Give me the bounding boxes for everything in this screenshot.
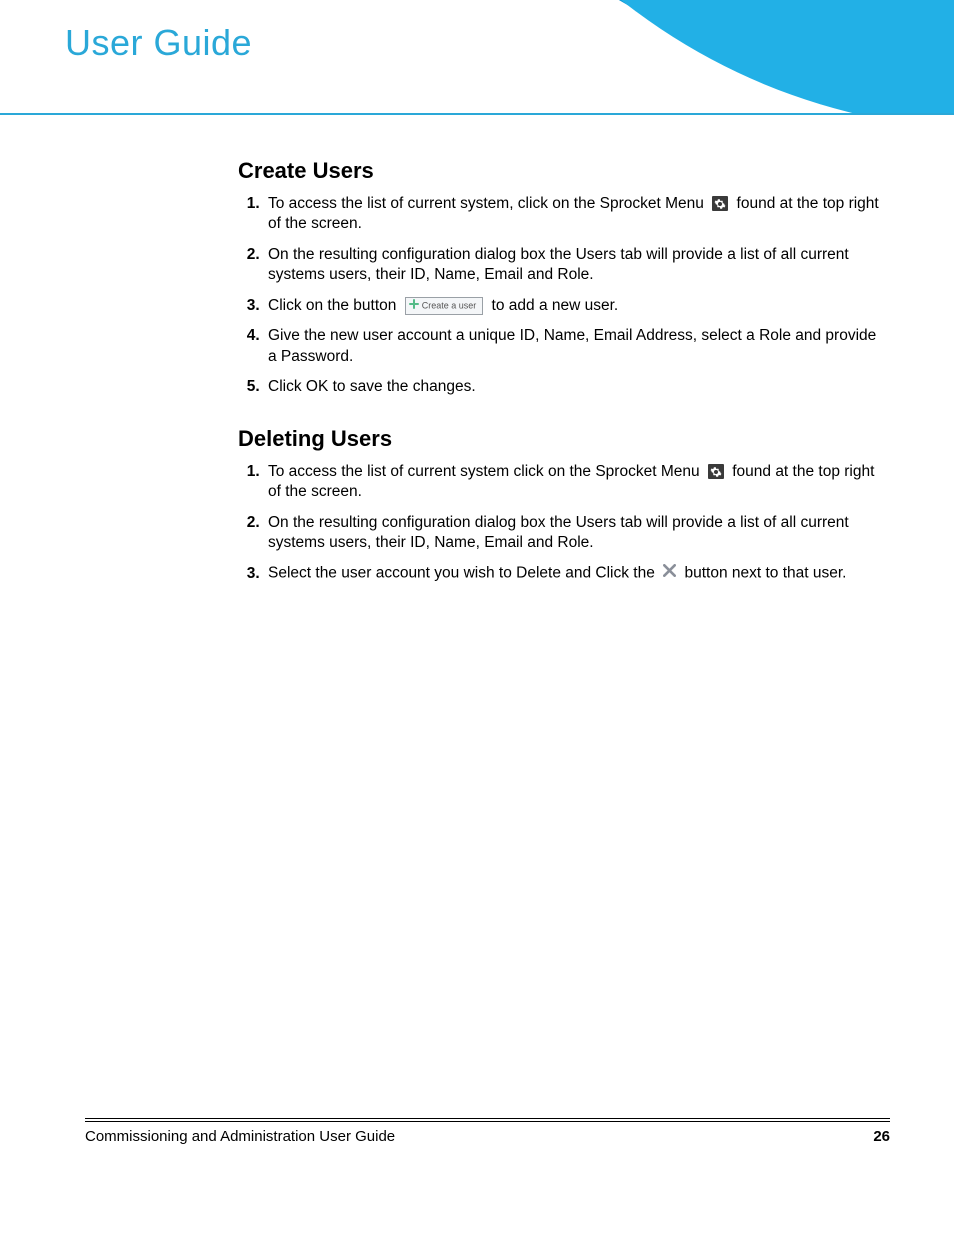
deleting-users-steps: To access the list of current system cli… (238, 462, 888, 585)
step-text: Select the user account you wish to Dele… (268, 565, 659, 582)
list-item: Click OK to save the changes. (264, 377, 888, 397)
footer-rule (85, 1121, 890, 1122)
create-a-user-button: Create a user (405, 297, 484, 315)
list-item: To access the list of current system, cl… (264, 194, 888, 235)
list-item: Click on the button Create a user to add… (264, 296, 888, 316)
step-text: To access the list of current system, cl… (268, 195, 708, 212)
step-text: On the resulting configuration dialog bo… (268, 514, 849, 551)
close-icon (663, 563, 676, 583)
gear-icon (712, 196, 728, 211)
gear-icon (708, 464, 724, 479)
create-users-steps: To access the list of current system, cl… (238, 194, 888, 398)
step-text: Give the new user account a unique ID, N… (268, 327, 876, 364)
step-text: Click on the button (268, 297, 401, 314)
header-title: User Guide (65, 22, 252, 64)
page-footer: Commissioning and Administration User Gu… (85, 1118, 890, 1145)
footer-doc-title: Commissioning and Administration User Gu… (85, 1128, 395, 1145)
step-text: On the resulting configuration dialog bo… (268, 246, 849, 283)
footer-rule (85, 1118, 890, 1119)
plus-icon (409, 299, 419, 313)
footer-page-number: 26 (873, 1128, 890, 1145)
step-text: Click OK to save the changes. (268, 378, 476, 395)
step-text: to add a new user. (492, 297, 619, 314)
list-item: On the resulting configuration dialog bo… (264, 245, 888, 286)
list-item: To access the list of current system cli… (264, 462, 888, 503)
section-heading-create-users: Create Users (238, 158, 888, 184)
list-item: Give the new user account a unique ID, N… (264, 326, 888, 367)
create-a-user-button-label: Create a user (422, 300, 477, 310)
list-item: Select the user account you wish to Dele… (264, 563, 888, 584)
header-rule (0, 113, 954, 115)
list-item: On the resulting configuration dialog bo… (264, 513, 888, 554)
step-text: button next to that user. (684, 565, 846, 582)
decorative-swoosh (394, 0, 954, 115)
step-text: To access the list of current system cli… (268, 463, 704, 480)
page-content: Create Users To access the list of curre… (238, 158, 888, 594)
section-heading-deleting-users: Deleting Users (238, 426, 888, 452)
page-header: User Guide (0, 0, 954, 115)
